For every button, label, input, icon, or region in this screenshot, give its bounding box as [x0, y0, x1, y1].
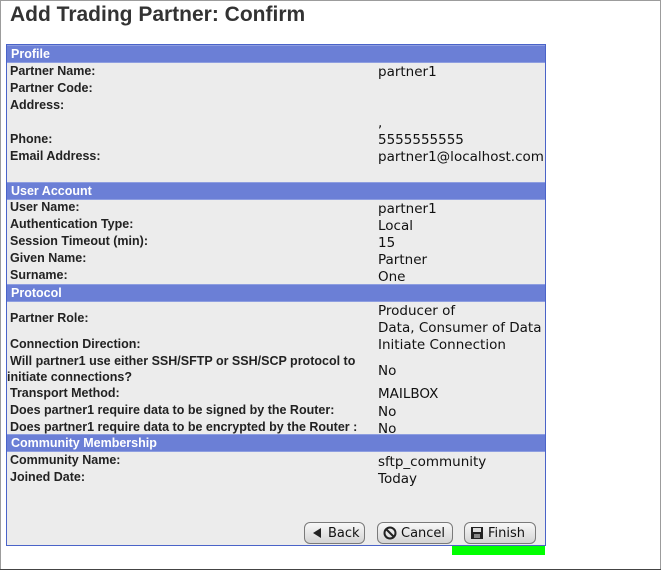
encrypted-label: Does partner1 require data to be encrypt… — [10, 420, 358, 434]
prohibited-icon — [383, 526, 397, 540]
profile-row-address-line2: , — [7, 114, 545, 131]
confirm-panel: Profile Partner Name: partner1 Partner C… — [6, 44, 546, 546]
finish-button[interactable]: Finish — [464, 522, 536, 544]
email-label: Email Address: — [10, 149, 101, 163]
ssh-question-label-line2: initiate connections? — [7, 370, 133, 384]
save-disk-icon — [470, 526, 484, 540]
profile-row-email: Email Address: partner1@localhost.com — [7, 148, 545, 165]
ssh-question-label-line1: Will partner1 use either SSH/SFTP or SSH… — [10, 354, 356, 368]
cancel-button[interactable]: Cancel — [377, 522, 453, 544]
surname-label: Surname: — [10, 268, 68, 282]
protocol-row-signed: Does partner1 require data to be signed … — [7, 403, 545, 420]
user-row-user-name: User Name: partner1 — [7, 200, 545, 217]
protocol-row-transport-method: Transport Method: MAILBOX — [7, 386, 545, 403]
back-button-label: Back — [328, 525, 360, 541]
protocol-header: Protocol — [7, 284, 545, 302]
signed-value: No — [378, 404, 397, 420]
community-header: Community Membership — [7, 434, 545, 452]
protocol-section: Protocol Partner Role: Producer of Data,… — [7, 284, 545, 437]
partner-role-value-line2: Data, Consumer of Data — [378, 320, 542, 336]
community-row-name: Community Name: sftp_community — [7, 452, 545, 470]
cancel-button-label: Cancel — [401, 525, 446, 541]
user-row-surname: Surname: One — [7, 268, 545, 285]
transport-method-label: Transport Method: — [10, 386, 120, 400]
user-account-header: User Account — [7, 182, 545, 200]
profile-row-partner-name: Partner Name: partner1 — [7, 63, 545, 80]
protocol-row-ssh: Will partner1 use either SSH/SFTP or SSH… — [7, 353, 545, 386]
joined-date-value: Today — [378, 471, 418, 487]
community-section: Community Membership Community Name: sft… — [7, 434, 545, 487]
profile-header: Profile — [7, 45, 545, 63]
community-row-joined-date: Joined Date: Today — [7, 469, 545, 487]
user-name-value: partner1 — [378, 201, 437, 217]
protocol-row-connection-direction: Connection Direction: Initiate Connectio… — [7, 336, 545, 353]
partner-role-label: Partner Role: — [10, 311, 89, 325]
connection-direction-value: Initiate Connection — [378, 337, 506, 353]
protocol-row-partner-role: Partner Role: Producer of Data, Consumer… — [7, 302, 545, 336]
user-account-section: User Account User Name: partner1 Authent… — [7, 182, 545, 285]
session-timeout-value: 15 — [378, 235, 396, 251]
email-value: partner1@localhost.com — [378, 149, 544, 165]
session-timeout-label: Session Timeout (min): — [10, 234, 148, 248]
address-line2-value: , — [378, 115, 383, 131]
address-label: Address: — [10, 98, 65, 112]
back-button[interactable]: Back — [304, 522, 365, 544]
profile-row-partner-code: Partner Code: — [7, 80, 545, 97]
page-title: Add Trading Partner: Confirm — [10, 3, 306, 26]
transport-method-value: MAILBOX — [378, 386, 439, 402]
profile-row-phone: Phone: 5555555555 — [7, 131, 545, 148]
joined-date-label: Joined Date: — [10, 470, 86, 484]
partner-name-label: Partner Name: — [10, 64, 96, 78]
user-row-given-name: Given Name: Partner — [7, 251, 545, 268]
user-row-session-timeout: Session Timeout (min): 15 — [7, 234, 545, 251]
auth-type-value: Local — [378, 218, 413, 234]
arrow-left-icon — [310, 526, 324, 540]
finish-button-label: Finish — [488, 525, 526, 541]
given-name-label: Given Name: — [10, 251, 87, 265]
phone-label: Phone: — [10, 132, 53, 146]
partner-name-value: partner1 — [378, 64, 437, 80]
user-name-label: User Name: — [10, 200, 80, 214]
community-name-value: sftp_community — [378, 454, 487, 470]
phone-value: 5555555555 — [378, 132, 464, 148]
surname-value: One — [378, 269, 406, 285]
partner-code-label: Partner Code: — [10, 81, 93, 95]
profile-section: Profile Partner Name: partner1 Partner C… — [7, 45, 545, 165]
auth-type-label: Authentication Type: — [10, 217, 134, 231]
signed-label: Does partner1 require data to be signed … — [10, 403, 335, 417]
given-name-value: Partner — [378, 252, 428, 268]
partner-role-value-line1: Producer of — [378, 303, 456, 319]
community-name-label: Community Name: — [10, 453, 121, 467]
user-row-auth-type: Authentication Type: Local — [7, 217, 545, 234]
ssh-question-value: No — [378, 363, 397, 379]
connection-direction-label: Connection Direction: — [10, 337, 141, 351]
profile-row-address: Address: — [7, 97, 545, 114]
